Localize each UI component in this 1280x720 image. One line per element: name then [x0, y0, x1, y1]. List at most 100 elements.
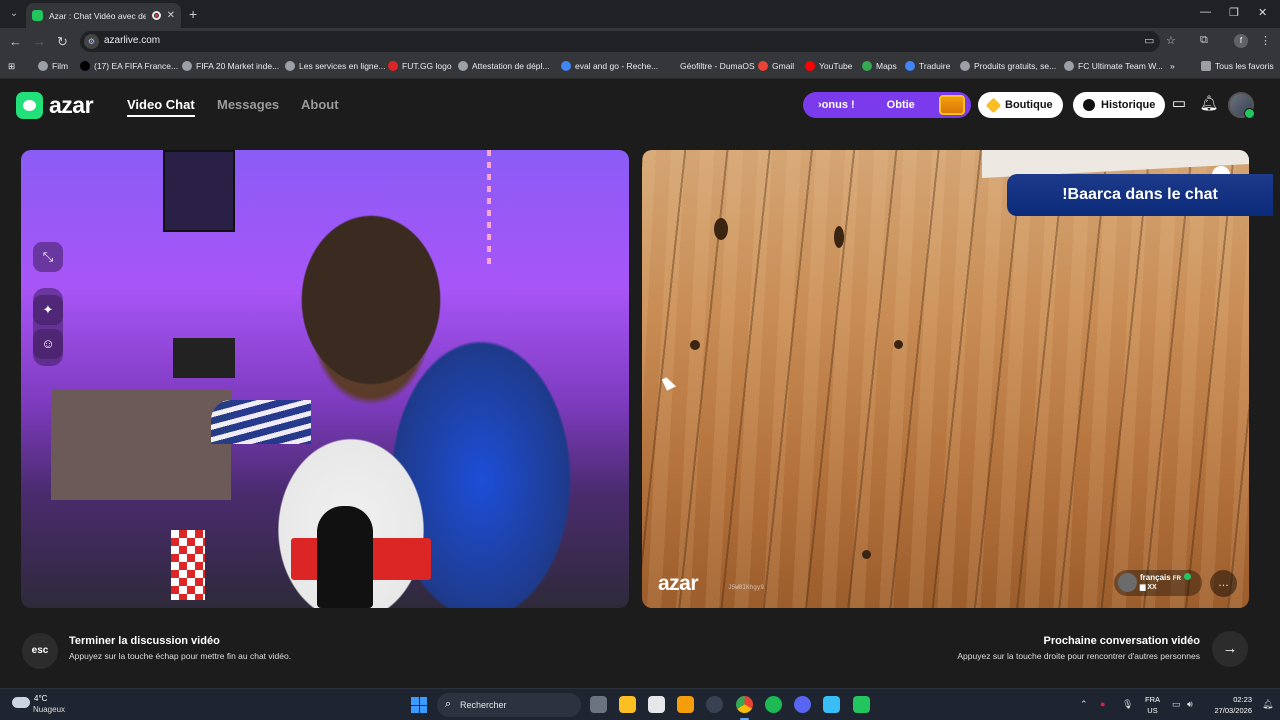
bookmark-favicon-icon: [758, 61, 768, 71]
dresser: [51, 390, 231, 500]
close-window-icon[interactable]: ✕: [1258, 6, 1267, 19]
apps-grid-icon[interactable]: ⊞: [8, 61, 15, 72]
more-bookmarks-icon[interactable]: »: [1170, 61, 1175, 71]
network-icon[interactable]: ▭: [1172, 699, 1181, 710]
shirt-checker-pattern: [171, 530, 205, 600]
bookmark-label: Film: [52, 61, 69, 71]
browser-tab-strip: ⌄ Azar : Chat Vidéo avec de n ✕ + — ❐ ✕: [0, 0, 1280, 28]
notification-bell-icon[interactable]: 🔔︎: [1199, 94, 1219, 114]
bookmark-star-icon[interactable]: ☆: [1166, 34, 1176, 47]
browser-menu-icon[interactable]: ⋮: [1260, 34, 1271, 47]
end-chat-title: Terminer la discussion vidéo: [69, 635, 220, 647]
chat-bubble-icon[interactable]: …: [1210, 570, 1237, 597]
input-language[interactable]: FRA US: [1145, 694, 1160, 716]
minimize-video-icon[interactable]: ⤡: [33, 242, 63, 272]
maximize-window-icon[interactable]: ❐: [1229, 6, 1239, 19]
spotify-icon[interactable]: [765, 696, 782, 713]
gem-icon: [985, 97, 1002, 113]
bonus-promo-banner[interactable]: ›onus ! Obtie: [803, 92, 971, 118]
azar-app-icon[interactable]: [853, 696, 870, 713]
microphone-icon[interactable]: 🎙︎: [1122, 699, 1133, 710]
history-button[interactable]: Historique: [1073, 92, 1166, 118]
back-icon[interactable]: ←: [9, 34, 22, 49]
azar-page: azar Video Chat Messages About ›onus ! O…: [0, 80, 1280, 688]
bookmark-item[interactable]: eval and go - Reche...: [561, 61, 658, 71]
tray-app-icon[interactable]: ●: [1100, 699, 1105, 709]
bookmark-item[interactable]: Géofiltre - DumaOS: [666, 61, 755, 71]
taskbar-search[interactable]: ⌕ Rechercher: [437, 693, 581, 717]
show-hidden-icons[interactable]: ⌃: [1080, 699, 1088, 710]
clock-icon: [1083, 99, 1095, 111]
new-tab-button[interactable]: +: [189, 6, 197, 22]
nav-messages[interactable]: Messages: [217, 97, 279, 112]
shop-button[interactable]: Boutique: [978, 92, 1063, 118]
cloud-icon[interactable]: [12, 697, 30, 708]
bookmark-label: Gmail: [772, 61, 795, 71]
extensions-icon[interactable]: ⧉: [1200, 34, 1208, 47]
bookmark-item[interactable]: Les services en ligne...: [285, 61, 385, 71]
profile-avatar[interactable]: f: [1234, 34, 1248, 48]
bookmark-favicon-icon: [805, 61, 815, 71]
bookmark-favicon-icon: [182, 61, 192, 71]
bookmark-item[interactable]: Traduire: [905, 61, 950, 71]
bookmark-item[interactable]: Maps: [862, 61, 897, 71]
browser-tab-azar[interactable]: Azar : Chat Vidéo avec de n ✕: [26, 3, 181, 28]
system-clock[interactable]: 02:23 27/03/2026: [1208, 694, 1252, 716]
bookmark-item[interactable]: Attestation de dépl...: [458, 61, 550, 71]
bookmark-label: YouTube: [819, 61, 853, 71]
cast-icon[interactable]: ▭: [1144, 34, 1154, 47]
user-avatar[interactable]: [1228, 92, 1255, 119]
task-view-icon[interactable]: [590, 696, 607, 713]
wood-knot: [894, 340, 903, 349]
bookmark-item[interactable]: FUT.GG logo: [388, 61, 452, 71]
bookmark-favicon-icon: [80, 61, 90, 71]
forward-icon[interactable]: →: [33, 34, 46, 49]
inbox-icon[interactable]: ▭: [1169, 94, 1189, 114]
wood-knot: [862, 550, 871, 559]
peer-video-feed: azar J5W8IKhgy9 français FR ▆ XX …: [642, 150, 1249, 608]
discord-icon[interactable]: [794, 696, 811, 713]
volume-icon[interactable]: 🔊︎: [1187, 699, 1193, 710]
store-icon[interactable]: [648, 696, 665, 713]
address-bar[interactable]: ⚙ azarlive.com: [80, 31, 1160, 52]
peer-location: ▆ XX: [1140, 584, 1157, 591]
magic-wand-icon[interactable]: ✦: [33, 295, 63, 325]
end-chat-button[interactable]: esc: [22, 633, 58, 669]
bookmark-label: FC Ultimate Team W...: [1078, 61, 1163, 71]
search-icon: ⌕: [445, 698, 452, 710]
nav-about[interactable]: About: [301, 97, 339, 112]
notepad-icon[interactable]: [823, 696, 840, 713]
azar-watermark: azar: [658, 572, 699, 595]
next-chat-button[interactable]: →: [1212, 631, 1248, 667]
azar-logo[interactable]: azar: [16, 92, 94, 119]
tab-search-icon[interactable]: ⌄: [6, 6, 22, 22]
reload-icon[interactable]: ↻: [57, 34, 68, 50]
face-filter-icon[interactable]: ☺: [33, 329, 63, 359]
notifications-icon[interactable]: 🔔︎: [1262, 699, 1273, 710]
close-tab-icon[interactable]: ✕: [167, 10, 175, 21]
app-icon[interactable]: [677, 696, 694, 713]
shop-label: Boutique: [1005, 99, 1053, 111]
site-info-icon[interactable]: ⚙: [84, 34, 99, 49]
bookmark-label: Géofiltre - DumaOS: [680, 61, 755, 71]
peer-info-chip[interactable]: français FR ▆ XX: [1114, 570, 1202, 596]
bookmark-item[interactable]: FC Ultimate Team W...: [1064, 61, 1163, 71]
all-bookmarks-folder[interactable]: Tous les favoris: [1201, 61, 1274, 71]
windows-start-icon[interactable]: [411, 697, 427, 713]
recording-indicator-icon: [151, 11, 161, 20]
nav-video-chat[interactable]: Video Chat: [127, 97, 195, 117]
app-icon[interactable]: [706, 696, 723, 713]
bookmark-item[interactable]: Film: [38, 61, 68, 71]
end-chat-subtitle: Appuyez sur la touche échap pour mettre …: [69, 651, 292, 661]
minimize-window-icon[interactable]: —: [1200, 6, 1211, 18]
chrome-icon[interactable]: [736, 696, 753, 720]
bookmark-item[interactable]: FIFA 20 Market inde...: [182, 61, 279, 71]
wood-knot: [690, 340, 700, 350]
bookmark-item[interactable]: Gmail: [758, 61, 794, 71]
file-explorer-icon[interactable]: [619, 696, 636, 713]
bookmark-item[interactable]: (17) EA FIFA France...: [80, 61, 178, 71]
temperature[interactable]: 4°C: [34, 694, 47, 703]
bookmark-item[interactable]: Produits gratuits, se...: [960, 61, 1056, 71]
weather-condition[interactable]: Nuageux: [33, 705, 65, 714]
bookmark-item[interactable]: YouTube: [805, 61, 852, 71]
